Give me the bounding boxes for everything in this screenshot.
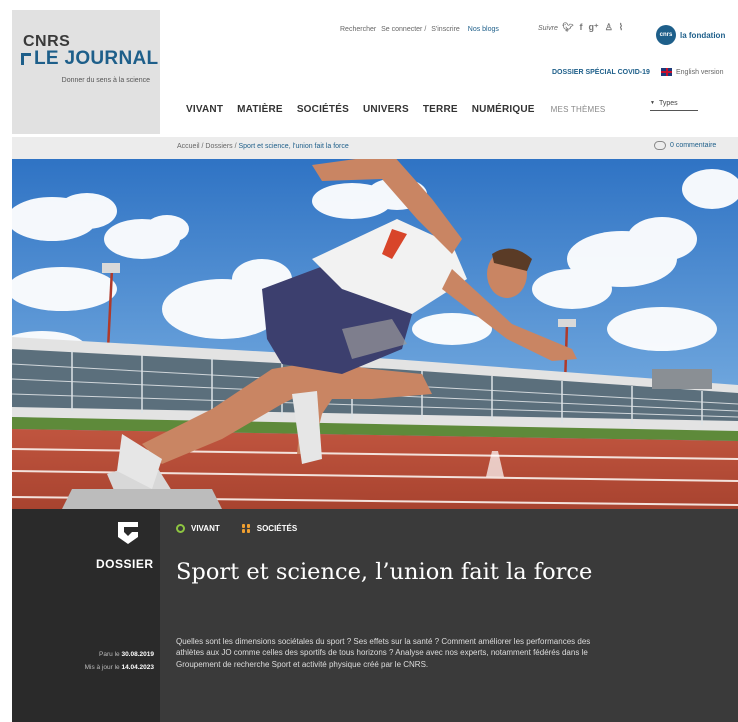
nav-item-univers[interactable]: UNIVERS <box>363 104 409 115</box>
utility-links: Rechercher Se connecter / S'inscrire Nos… <box>340 26 502 33</box>
dossier-icon <box>118 522 138 544</box>
twitter-icon[interactable]: 🐦︎ <box>562 22 573 33</box>
tag-vivant[interactable]: VIVANT <box>176 524 220 533</box>
vivant-circle-icon <box>176 524 185 533</box>
nav-item-matiere[interactable]: MATIÈRE <box>237 104 283 115</box>
hero-image <box>12 159 738 509</box>
breadcrumb: Accueil / Dossiers / Sport et science, l… <box>177 143 349 150</box>
googleplus-icon[interactable]: g⁺ <box>588 22 598 33</box>
article-title: Sport et science, l’union fait la force <box>176 559 593 585</box>
comments-count: 0 commentaire <box>670 142 717 149</box>
comments-link[interactable]: 0 commentaire <box>654 141 716 150</box>
nav-item-terre[interactable]: TERRE <box>423 104 458 115</box>
search-link[interactable]: Rechercher <box>340 26 376 33</box>
person-icon[interactable]: ♙ <box>605 22 613 33</box>
societes-dots-icon <box>241 524 251 533</box>
breadcrumb-bar <box>12 137 738 159</box>
fondation-link[interactable]: cnrs la fondation <box>656 25 725 45</box>
covid-dossier-link[interactable]: DOSSIER SPÉCIAL COVID-19 <box>552 69 650 76</box>
fondation-label: la fondation <box>680 30 726 40</box>
site-logo[interactable]: CNRS LE JOURNAL Donner du sens à la scie… <box>12 10 160 134</box>
english-version-label: English version <box>676 68 724 76</box>
breadcrumb-dossiers[interactable]: Dossiers / <box>205 143 236 150</box>
breadcrumb-home[interactable]: Accueil / <box>177 143 203 150</box>
tag-societes[interactable]: SOCIÉTÉS <box>241 524 298 533</box>
social-links: 🐦︎ f g⁺ ♙ ⌇ <box>562 22 623 33</box>
nav-item-vivant[interactable]: VIVANT <box>186 104 223 115</box>
tag-societes-label: SOCIÉTÉS <box>256 524 298 533</box>
article-kind-label: DOSSIER <box>96 557 154 571</box>
tag-vivant-label: VIVANT <box>191 524 220 533</box>
logo-tagline: Donner du sens à la science <box>61 77 150 84</box>
article-tags: VIVANT SOCIÉTÉS <box>176 524 297 533</box>
article-header <box>160 509 738 722</box>
published-date: Paru le 30.08.2019 <box>99 651 154 658</box>
types-dropdown[interactable]: Types <box>650 100 698 111</box>
comment-bubble-icon <box>654 141 666 150</box>
facebook-icon[interactable]: f <box>579 22 582 33</box>
rss-icon[interactable]: ⌇ <box>619 22 623 33</box>
follow-label: Suivre <box>538 25 558 32</box>
logo-mark-icon <box>21 53 31 65</box>
main-nav: VIVANT MATIÈRE SOCIÉTÉS UNIVERS TERRE NU… <box>186 104 619 115</box>
breadcrumb-current: Sport et science, l'union fait la force <box>238 143 349 150</box>
uk-flag-icon <box>661 68 672 76</box>
nav-item-mes-themes[interactable]: MES THÈMES <box>551 105 606 114</box>
logo-journal-text: LE JOURNAL <box>21 48 158 70</box>
nav-item-numerique[interactable]: NUMÉRIQUE <box>472 104 535 115</box>
english-version-link[interactable]: English version <box>661 68 723 76</box>
article-dates: Paru le 30.08.2019 Mis à jour le 14.04.2… <box>20 648 154 674</box>
register-link[interactable]: S'inscrire <box>431 26 460 33</box>
login-link[interactable]: Se connecter / <box>381 26 426 33</box>
article-intro: Quelles sont les dimensions sociétales d… <box>176 637 591 669</box>
updated-date: Mis à jour le 14.04.2023 <box>84 664 154 671</box>
nav-item-societes[interactable]: SOCIÉTÉS <box>297 104 349 115</box>
cnrs-badge-icon: cnrs <box>656 25 676 45</box>
blogs-link[interactable]: Nos blogs <box>468 26 499 33</box>
